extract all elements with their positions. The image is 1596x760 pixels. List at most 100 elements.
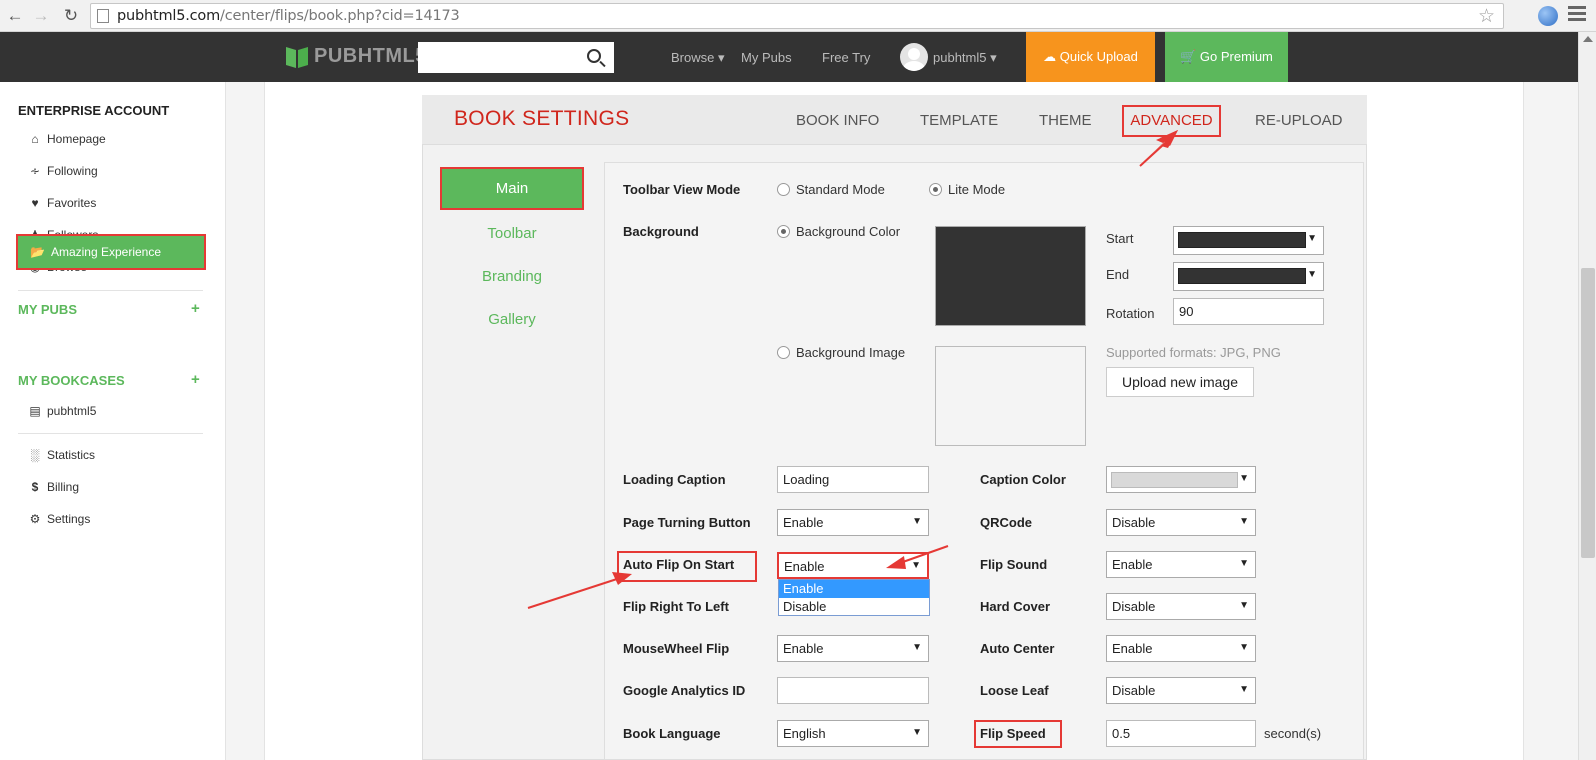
chevron-down-icon: ▼ [1239, 684, 1249, 695]
left-tab-main[interactable]: Main [440, 167, 584, 210]
nav-my-pubs[interactable]: My Pubs [741, 50, 792, 65]
start-color-select[interactable]: ▼ [1173, 226, 1324, 255]
mousewheel-flip-label: MouseWheel Flip [623, 641, 730, 656]
bar-chart-icon: ░ [30, 448, 40, 462]
tab-theme[interactable]: THEME [1039, 112, 1092, 129]
dropdown-option-disable[interactable]: Disable [779, 598, 929, 616]
left-tab-gallery[interactable]: Gallery [440, 311, 584, 328]
left-tab-toolbar[interactable]: Toolbar [440, 225, 584, 242]
select-value: Disable [1112, 683, 1156, 698]
address-bar[interactable]: pubhtml5.com/center/flips/book.php?cid=1… [90, 3, 1504, 29]
search-input[interactable] [418, 42, 614, 73]
page-turning-button-select[interactable]: Enable ▼ [777, 509, 929, 536]
caption-color-select[interactable]: ▼ [1106, 466, 1256, 493]
mousewheel-flip-select[interactable]: Enable ▼ [777, 635, 929, 662]
chevron-down-icon: ▼ [1239, 473, 1249, 484]
radio-background-color[interactable]: Background Color [777, 224, 900, 239]
tab-template[interactable]: TEMPLATE [920, 112, 998, 129]
background-image-preview [935, 346, 1086, 446]
forward-icon[interactable]: → [30, 5, 52, 27]
loading-caption-input[interactable]: Loading [777, 466, 929, 493]
radio-button-selected[interactable] [929, 183, 942, 196]
sidebar-item-statistics[interactable]: ░ Statistics [28, 448, 95, 462]
add-bookcase-plus-icon[interactable]: + [191, 371, 200, 388]
globe-icon[interactable] [1538, 6, 1558, 26]
qrcode-select[interactable]: Disable ▼ [1106, 509, 1256, 536]
rotation-label: Rotation [1106, 306, 1155, 321]
sidebar-item-following[interactable]: ∻ Following [28, 164, 98, 178]
bookmark-star-icon[interactable]: ☆ [1478, 5, 1495, 28]
url-text: pubhtml5.com/center/flips/book.php?cid=1… [117, 8, 460, 24]
page-scrollbar[interactable] [1578, 32, 1596, 760]
flip-speed-label: Flip Speed [980, 726, 1046, 741]
dropdown-option-enable[interactable]: Enable [779, 580, 929, 598]
tab-book-info[interactable]: BOOK INFO [796, 112, 879, 129]
radio-button[interactable] [777, 183, 790, 196]
bookcase-icon: ▤ [29, 404, 41, 418]
rotation-input[interactable]: 90 [1173, 298, 1324, 325]
logo-text[interactable]: PUBHTML5 [314, 45, 427, 68]
reload-icon[interactable]: ↻ [60, 5, 82, 27]
my-bookcases-header: MY BOOKCASES [18, 373, 125, 388]
menu-icon[interactable] [1568, 6, 1586, 24]
loose-leaf-select[interactable]: Disable ▼ [1106, 677, 1256, 704]
my-pubs-header: MY PUBS [18, 302, 77, 317]
tab-advanced[interactable]: ADVANCED [1122, 105, 1221, 137]
search-icon[interactable] [587, 49, 601, 63]
sidebar-item-settings[interactable]: ⚙ Settings [28, 512, 91, 526]
auto-center-select[interactable]: Enable ▼ [1106, 635, 1256, 662]
radio-button-selected[interactable] [777, 225, 790, 238]
auto-flip-dropdown-list[interactable]: Enable Disable [778, 579, 930, 616]
back-icon[interactable]: ← [4, 5, 26, 27]
account-header: ENTERPRISE ACCOUNT [18, 103, 170, 118]
sidebar-item-bookcase[interactable]: ▤ pubhtml5 [28, 404, 96, 418]
auto-flip-on-start-select[interactable]: Enable ▼ [777, 552, 929, 579]
sidebar-item-homepage[interactable]: ⌂ Homepage [28, 132, 105, 146]
auto-flip-on-start-label: Auto Flip On Start [623, 557, 735, 572]
chevron-down-icon: ▼ [1239, 642, 1249, 653]
hard-cover-select[interactable]: Disable ▼ [1106, 593, 1256, 620]
tab-re-upload[interactable]: RE-UPLOAD [1255, 112, 1343, 129]
quick-upload-button[interactable]: ☁ Quick Upload [1026, 32, 1155, 82]
book-language-select[interactable]: English ▼ [777, 720, 929, 747]
nav-free-try[interactable]: Free Try [822, 50, 870, 65]
flip-speed-input[interactable]: 0.5 [1106, 720, 1256, 747]
sidebar-item-favorites[interactable]: ♥ Favorites [28, 196, 96, 210]
scroll-up-icon[interactable] [1583, 36, 1593, 42]
cart-icon: 🛒 [1180, 49, 1197, 64]
sidebar-item-billing[interactable]: $ Billing [28, 480, 79, 494]
bookcase-label: pubhtml5 [47, 404, 97, 418]
google-analytics-id-input[interactable] [777, 677, 929, 704]
upload-new-image-button[interactable]: Upload new image [1106, 367, 1254, 397]
flip-right-to-left-label: Flip Right To Left [623, 599, 729, 614]
radio-lite-mode[interactable]: Lite Mode [929, 182, 1005, 197]
end-color-select[interactable]: ▼ [1173, 262, 1324, 291]
add-pub-plus-icon[interactable]: + [191, 300, 200, 317]
avatar[interactable] [900, 43, 928, 71]
radio-standard-mode[interactable]: Standard Mode [777, 182, 885, 197]
flip-sound-select[interactable]: Enable ▼ [1106, 551, 1256, 578]
chevron-down-icon: ▼ [912, 727, 922, 738]
chevron-down-icon: ▼ [1307, 233, 1317, 244]
left-tab-branding[interactable]: Branding [440, 268, 584, 285]
dollar-icon: $ [31, 480, 39, 494]
select-value: Disable [1112, 599, 1156, 614]
go-premium-button[interactable]: 🛒 Go Premium [1165, 32, 1288, 82]
page-title: BOOK SETTINGS [454, 107, 630, 130]
radio-label: Background Image [796, 345, 906, 360]
nav-user-menu[interactable]: pubhtml5 ▾ [933, 50, 997, 66]
heart-icon: ♥ [31, 196, 39, 210]
sidebar-item-amazing-experience[interactable]: 📂 Amazing Experience [16, 234, 206, 270]
sidebar-divider [18, 433, 203, 434]
background-color-preview [935, 226, 1086, 326]
nav-browse[interactable]: Browse ▾ [671, 50, 725, 66]
sidebar [0, 82, 226, 760]
scroll-thumb[interactable] [1581, 268, 1595, 558]
chevron-down-icon: ▼ [1239, 516, 1249, 527]
page-turning-button-label: Page Turning Button [623, 515, 751, 530]
radio-button[interactable] [777, 346, 790, 359]
quick-upload-label: Quick Upload [1059, 49, 1138, 64]
radio-background-image[interactable]: Background Image [777, 345, 905, 360]
chevron-down-icon: ▼ [911, 560, 921, 571]
page-icon [97, 9, 109, 23]
